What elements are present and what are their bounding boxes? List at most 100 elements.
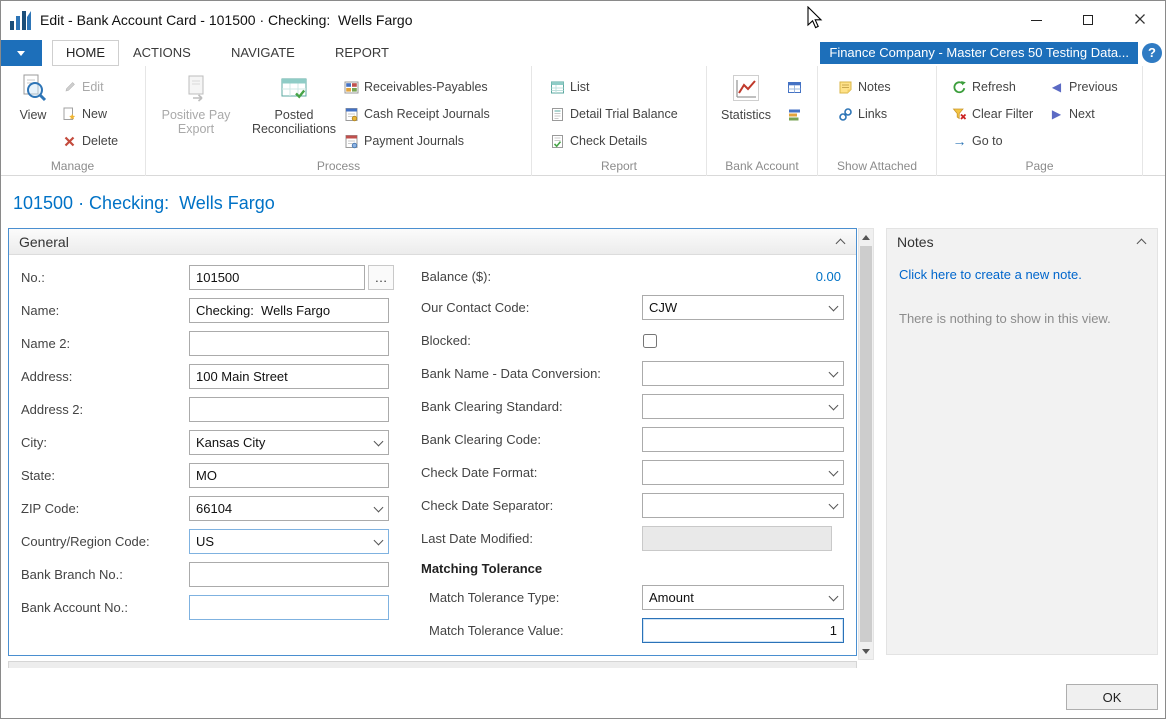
no-assist-button[interactable]: … — [368, 265, 394, 290]
address2-label: Address 2: — [21, 402, 189, 417]
bank-account-no-input[interactable] — [189, 595, 389, 620]
payment-journals-label: Payment Journals — [364, 134, 464, 148]
matching-tolerance-heading: Matching Tolerance — [421, 561, 542, 576]
bank-clearing-code-input[interactable] — [642, 427, 844, 452]
maximize-button[interactable] — [1062, 0, 1114, 40]
edit-button[interactable]: Edit — [62, 75, 104, 99]
pencil-icon — [62, 80, 77, 95]
next-arrow-icon: ▶ — [1049, 107, 1064, 122]
help-button[interactable]: ? — [1142, 43, 1162, 63]
ellipsis-icon: … — [375, 270, 388, 285]
match-tolerance-type-input[interactable] — [642, 585, 844, 610]
next-fasttab-partial[interactable] — [8, 661, 857, 668]
notes-factbox-header[interactable]: Notes — [887, 229, 1157, 255]
previous-label: Previous — [1069, 80, 1118, 94]
positive-pay-export-button[interactable]: Positive Pay Export — [154, 71, 238, 136]
blocked-checkbox[interactable] — [643, 334, 657, 348]
notes-factbox: Notes Click here to create a new note. T… — [886, 228, 1158, 655]
address-input[interactable] — [189, 364, 389, 389]
notes-button[interactable]: Notes — [838, 75, 891, 99]
notes-header-label: Notes — [897, 234, 934, 250]
company-filter-badge[interactable]: Finance Company - Master Ceres 50 Testin… — [820, 42, 1138, 64]
check-date-separator-label: Check Date Separator: — [421, 498, 642, 513]
general-fasttab-header[interactable]: General — [9, 229, 856, 255]
check-details-button[interactable]: Check Details — [550, 129, 647, 153]
ribbon-group-process: Positive Pay Export Posted Reconciliatio… — [146, 66, 532, 176]
state-input[interactable] — [189, 463, 389, 488]
name2-label: Name 2: — [21, 336, 189, 351]
ok-button[interactable]: OK — [1066, 684, 1158, 710]
refresh-button[interactable]: Refresh — [952, 75, 1016, 99]
tab-navigate[interactable]: NAVIGATE — [218, 40, 308, 66]
zip-code-input[interactable] — [189, 496, 389, 521]
previous-button[interactable]: ◀ Previous — [1049, 75, 1118, 99]
scroll-up-button[interactable] — [859, 229, 873, 245]
clear-filter-button[interactable]: Clear Filter — [952, 102, 1033, 126]
check-details-doc-icon — [550, 134, 565, 149]
ribbon: View Edit New Delete Manage Positive Pay… — [0, 66, 1166, 176]
new-button[interactable]: New — [62, 102, 107, 126]
payment-journal-icon — [344, 134, 359, 149]
cash-receipt-journals-label: Cash Receipt Journals — [364, 107, 490, 121]
name-input[interactable] — [189, 298, 389, 323]
bank-account-mini-button-2[interactable] — [787, 102, 802, 126]
receivables-payables-button[interactable]: Receivables-Payables — [344, 75, 488, 99]
city-input[interactable] — [189, 430, 389, 455]
minimize-button[interactable] — [1010, 0, 1062, 40]
ribbon-group-bank-account: Statistics Bank Account — [707, 66, 818, 176]
tab-home[interactable]: HOME — [52, 40, 119, 66]
last-date-modified-input — [642, 526, 832, 551]
collapse-chevron-icon[interactable] — [1137, 239, 1147, 249]
list-button[interactable]: List — [550, 75, 589, 99]
state-label: State: — [21, 468, 189, 483]
titlebar: Edit - Bank Account Card - 101500 · Chec… — [0, 0, 1166, 40]
scroll-down-button[interactable] — [859, 643, 873, 659]
application-menu-button[interactable] — [0, 40, 42, 66]
tab-report[interactable]: REPORT — [322, 40, 402, 66]
field-row-last-date-modified: Last Date Modified: — [421, 522, 849, 555]
detail-trial-balance-button[interactable]: Detail Trial Balance — [550, 102, 678, 126]
positive-pay-export-label: Positive Pay Export — [154, 108, 238, 136]
posted-reconciliations-button[interactable]: Posted Reconciliations — [242, 71, 346, 136]
field-row-match-tolerance-type: Match Tolerance Type: — [421, 581, 849, 614]
check-date-separator-input[interactable] — [642, 493, 844, 518]
no-input[interactable] — [189, 265, 365, 290]
vertical-scrollbar[interactable] — [858, 228, 874, 660]
create-note-link[interactable]: Click here to create a new note. — [899, 267, 1082, 282]
check-date-format-input[interactable] — [642, 460, 844, 485]
posted-reconciliations-icon — [279, 71, 309, 105]
scrollbar-thumb[interactable] — [860, 246, 872, 642]
our-contact-code-input[interactable] — [642, 295, 844, 320]
bank-branch-no-input[interactable] — [189, 562, 389, 587]
tab-actions[interactable]: ACTIONS — [120, 40, 204, 66]
previous-arrow-icon: ◀ — [1049, 80, 1064, 95]
field-row-address: Address: — [21, 360, 423, 393]
go-to-button[interactable]: → Go to — [952, 129, 1003, 153]
links-button[interactable]: Links — [838, 102, 887, 126]
field-row-bank-clearing-standard: Bank Clearing Standard: — [421, 390, 849, 423]
match-tolerance-value-label: Match Tolerance Value: — [421, 623, 642, 638]
statistics-button[interactable]: Statistics — [713, 71, 779, 122]
receivables-payables-grid-icon — [344, 80, 359, 95]
next-button[interactable]: ▶ Next — [1049, 102, 1095, 126]
close-button[interactable] — [1114, 0, 1166, 40]
view-button[interactable]: View — [6, 71, 60, 122]
delete-button[interactable]: Delete — [62, 129, 118, 153]
bank-clearing-standard-input[interactable] — [642, 394, 844, 419]
bank-name-data-conversion-input[interactable] — [642, 361, 844, 386]
country-region-code-input[interactable] — [189, 529, 389, 554]
bank-account-mini-button-1[interactable] — [787, 75, 802, 99]
posted-reconciliations-label: Posted Reconciliations — [242, 108, 346, 136]
blocked-label: Blocked: — [421, 333, 642, 348]
collapse-chevron-icon[interactable] — [836, 239, 846, 249]
match-tolerance-value-input[interactable] — [642, 618, 844, 643]
payment-journals-button[interactable]: Payment Journals — [344, 129, 464, 153]
address2-input[interactable] — [189, 397, 389, 422]
balance-drilldown-value[interactable]: 0.00 — [642, 269, 844, 284]
cash-receipt-journals-button[interactable]: Cash Receipt Journals — [344, 102, 490, 126]
view-magnifier-icon — [18, 71, 48, 105]
statistics-label: Statistics — [721, 108, 771, 122]
group-label-report: Report — [532, 159, 706, 173]
refresh-label: Refresh — [972, 80, 1016, 94]
name2-input[interactable] — [189, 331, 389, 356]
